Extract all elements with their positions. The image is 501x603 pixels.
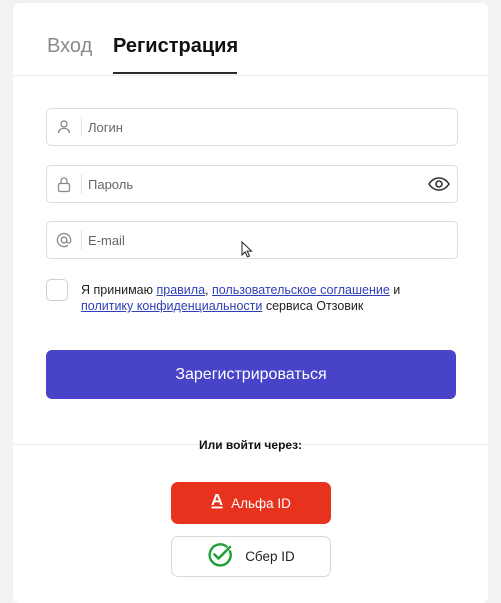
privacy-policy-link[interactable]: политику конфиденциальности [81,299,262,313]
agree-comma: , [205,283,212,297]
tab-login[interactable]: Вход [47,35,92,58]
login-field[interactable] [46,108,458,146]
lock-icon [47,166,81,202]
auth-card: Вход Регистрация Логин E-mail Я принимаю… [13,3,488,603]
password-field[interactable] [46,165,458,203]
eye-icon[interactable] [427,173,451,195]
agree-prefix: Я принимаю [81,283,157,297]
field-separator [81,174,82,194]
field-separator [81,117,82,137]
register-button[interactable]: Зарегистрироваться [46,350,456,399]
tab-register[interactable]: Регистрация [113,35,238,58]
field-separator [81,230,82,250]
user-icon [47,109,81,145]
agree-suffix: сервиса Отзовик [262,299,364,313]
active-tab-indicator [113,72,237,74]
alfa-logo-icon [211,494,223,512]
sber-id-label: Сбер ID [245,549,295,564]
rules-link[interactable]: правила [156,283,205,297]
sber-check-icon [207,542,233,571]
or-login-via-label: Или войти через: [198,438,303,452]
user-agreement-link[interactable]: пользовательское соглашение [212,283,390,297]
agree-and: и [389,283,401,297]
password-input[interactable] [88,166,408,202]
mouse-cursor-icon [241,240,253,263]
at-icon [47,222,81,258]
alfa-id-button[interactable]: Альфа ID [171,482,331,524]
sber-id-button[interactable]: Сбер ID [171,536,331,577]
auth-tabs: Вход Регистрация [13,3,488,76]
login-input[interactable] [88,109,408,145]
register-button-label: Зарегистрироваться [175,365,327,383]
agree-checkbox[interactable] [46,279,68,301]
agreement-text: Я принимаю правила, пользовательское сог… [81,282,461,314]
alfa-id-label: Альфа ID [231,495,291,511]
